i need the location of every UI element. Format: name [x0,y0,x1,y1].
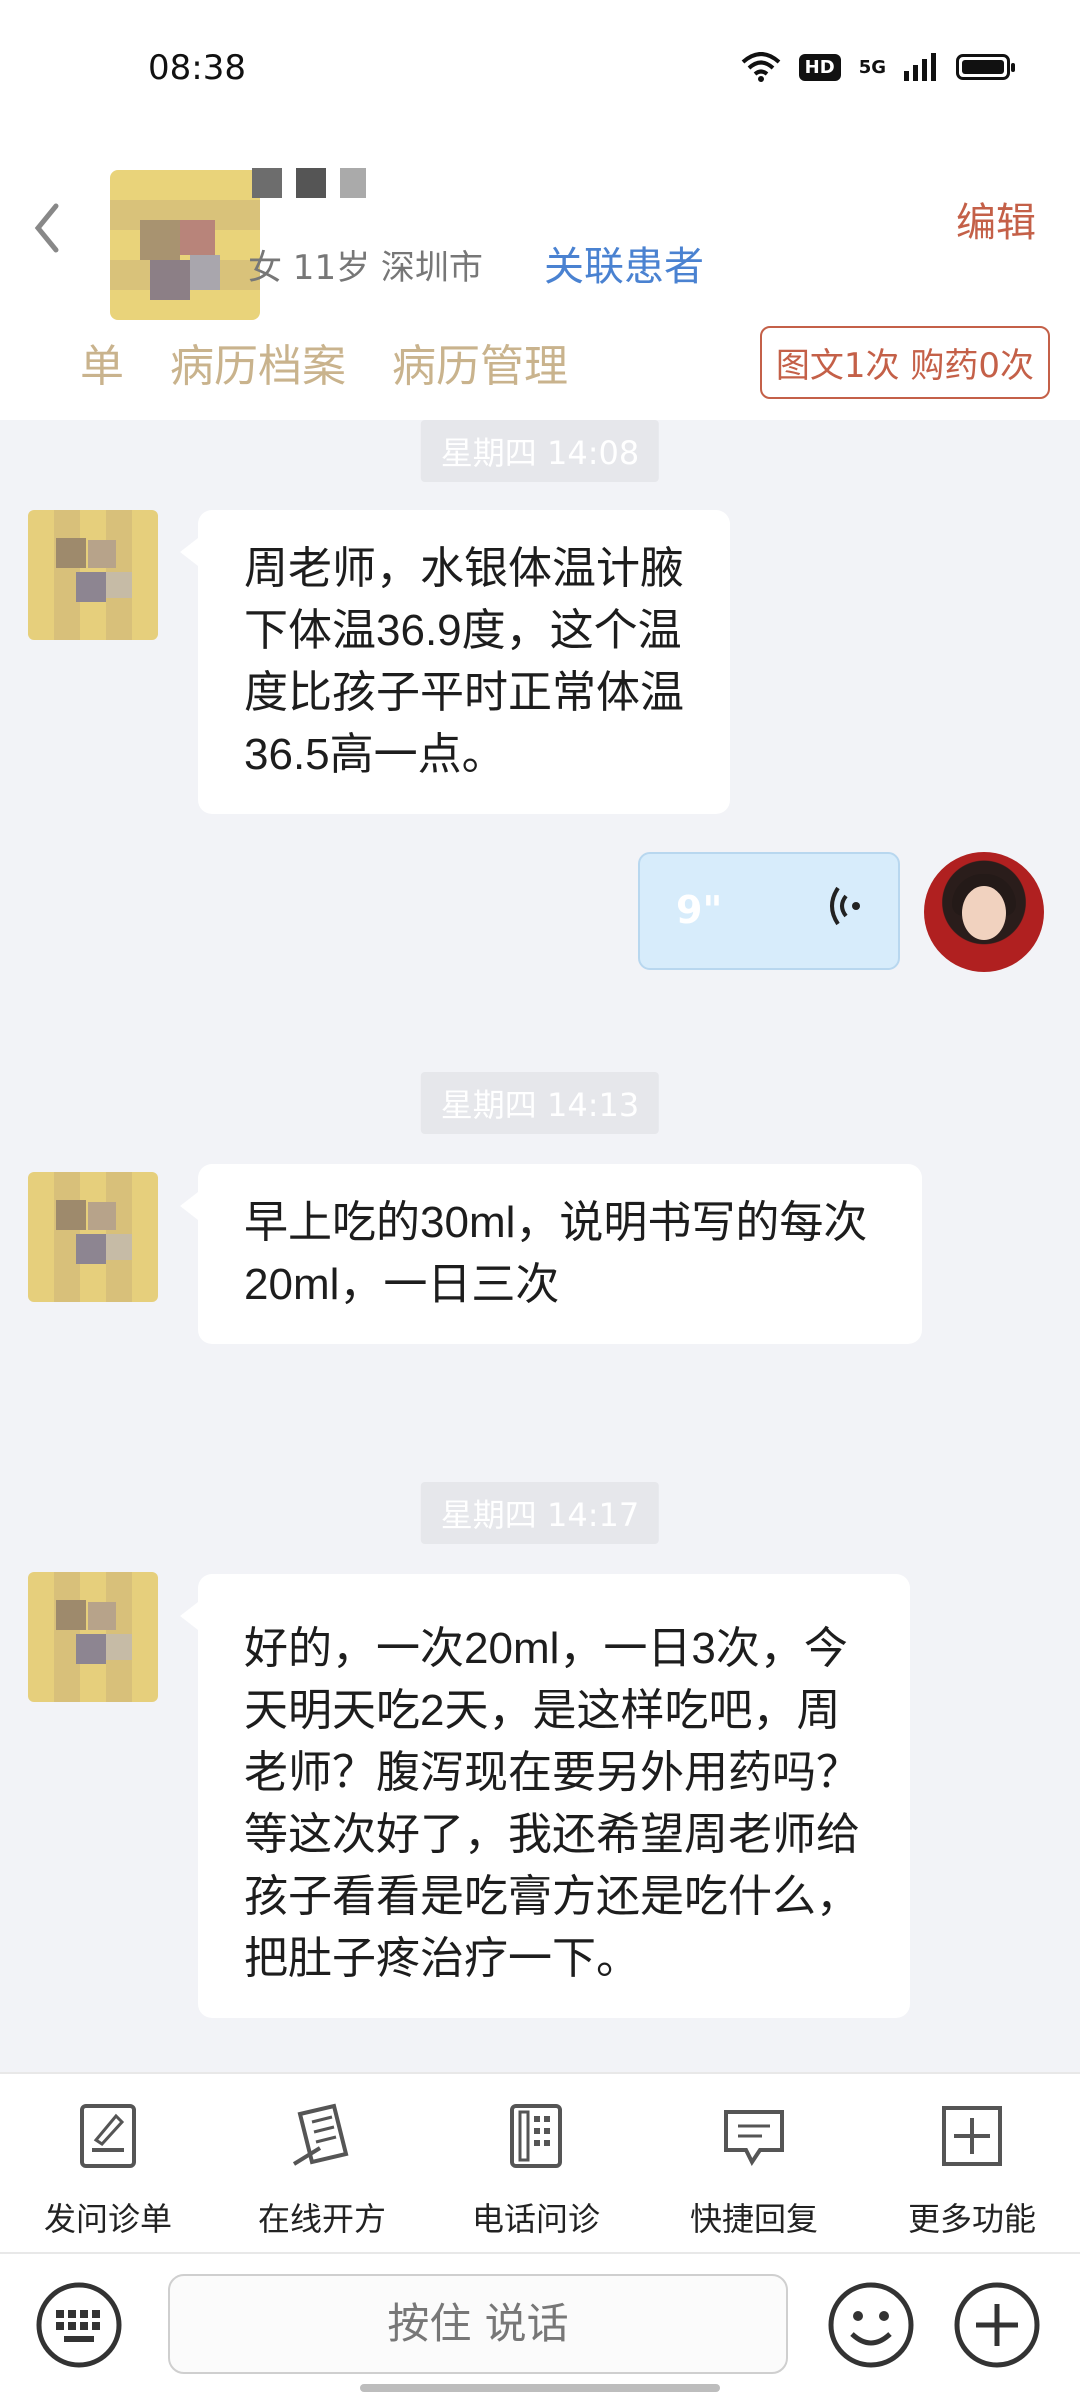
status-icons: HD 5G [741,52,1015,82]
tool-label: 更多功能 [907,2200,1036,2238]
patient-name-blurred [252,168,366,198]
message-bubble[interactable]: 早上吃的30ml，说明书写的每次20ml，一日三次 [180,1164,922,1344]
patient-avatar-small[interactable] [28,510,158,640]
wifi-icon [741,52,780,82]
edit-button[interactable]: 编辑 [956,190,1036,248]
online-prescription-button[interactable]: 在线开方 [232,2102,412,2240]
quick-reply-icon [724,2110,784,2166]
back-icon[interactable] [30,198,70,258]
hold-to-talk-button[interactable]: 按住 说话 [168,2274,788,2374]
quick-reply-button[interactable]: 快捷回复 [664,2102,844,2240]
prescription-icon [292,2103,349,2166]
chat-header: 女 11岁 深圳市 关联患者 编辑 单 病历档案 病历管理 图文1次 购药0次 [0,140,1080,420]
link-patient-button[interactable]: 关联患者 [544,234,704,292]
keyboard-icon[interactable] [34,2280,124,2370]
status-bar: 08:38 HD 5G [0,0,1080,140]
emoji-icon[interactable] [826,2280,916,2370]
signal-icon [904,53,936,81]
tab-records-management[interactable]: 病历管理 [392,330,568,394]
message-bubble[interactable]: 周老师，水银体温计腋下体温36.9度，这个温度比孩子平时正常体温36.5高一点。 [180,510,730,814]
consult-count-badge[interactable]: 图文1次 购药0次 [759,326,1050,399]
patient-meta: 女 11岁 深圳市 [248,248,483,288]
input-bar: 按住 说话 [0,2252,1080,2402]
time-separator: 星期四 14:08 [420,420,660,482]
home-indicator [360,2384,720,2392]
chat-area[interactable]: 星期四 14:08 周老师，水银体温计腋下体温36.9度，这个温度比孩子平时正常… [0,420,1080,2070]
more-icon [942,2106,1002,2166]
voice-message-bubble[interactable]: 9" [638,852,900,970]
time-separator: 星期四 14:17 [420,1482,660,1544]
send-form-button[interactable]: 发问诊单 [18,2102,198,2240]
form-icon [80,2104,136,2168]
patient-avatar-small[interactable] [28,1172,158,1302]
plus-icon[interactable] [952,2280,1042,2370]
header-tabs: 单 病历档案 病历管理 [80,330,568,394]
tool-label: 电话问诊 [471,2200,600,2238]
network-type: 5G [858,56,886,78]
voice-duration: 9" [676,888,723,932]
tab-medical-records[interactable]: 病历档案 [170,330,346,394]
doctor-avatar[interactable] [924,852,1044,972]
patient-avatar-small[interactable] [28,1572,158,1702]
tab-form[interactable]: 单 [80,330,124,394]
status-time: 08:38 [148,48,246,88]
tool-label: 在线开方 [257,2200,386,2238]
hd-badge: HD [798,53,841,81]
message-bubble[interactable]: 好的，一次20ml，一日3次，今天明天吃2天，是这样吃吧，周老师？腹泻现在要另外… [180,1574,910,2018]
tool-label: 发问诊单 [43,2200,172,2238]
voice-wave-icon [830,886,860,926]
function-toolbar: 发问诊单 在线开方 电话问诊 快捷回复 更多功能 [0,2072,1080,2254]
patient-avatar[interactable] [110,170,260,320]
phone-consult-button[interactable]: 电话问诊 [446,2102,626,2240]
more-functions-button[interactable]: 更多功能 [882,2102,1062,2240]
phone-icon [510,2104,562,2168]
time-separator: 星期四 14:13 [420,1072,660,1134]
tool-label: 快捷回复 [689,2200,818,2238]
battery-icon [956,54,1015,80]
